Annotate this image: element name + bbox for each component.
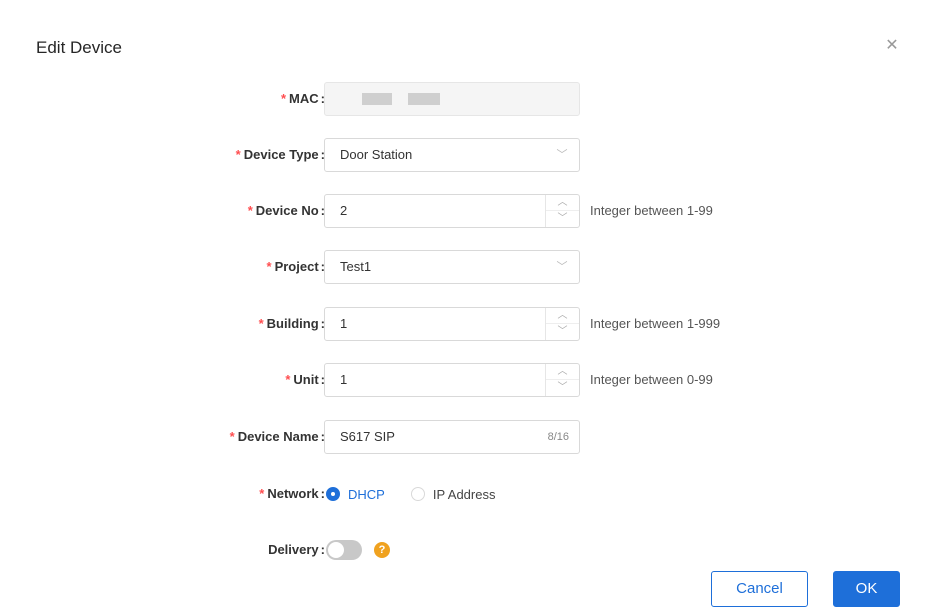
device-type-row: * Device Type: Door Station ﹀: [10, 138, 915, 172]
dialog-title: Edit Device: [36, 38, 122, 57]
mac-label: * MAC:: [280, 91, 325, 106]
radio-checked-icon: [326, 487, 340, 501]
network-label: * Network:: [259, 486, 325, 501]
mac-row: * MAC:: [10, 82, 915, 116]
device-no-hint: Integer between 1-99: [590, 203, 713, 218]
device-name-input[interactable]: S617 SIP 8/16: [324, 420, 580, 454]
building-stepper: ︿ ﹀: [545, 308, 579, 340]
network-radio-group: DHCP IP Address: [326, 477, 521, 511]
device-type-select[interactable]: Door Station ﹀: [324, 138, 580, 172]
device-type-label: * Device Type:: [235, 147, 325, 162]
cancel-button[interactable]: Cancel: [711, 571, 808, 607]
device-no-row: * Device No: 2 ︿ ﹀ Integer between 1-99: [10, 194, 915, 228]
mac-field: [324, 82, 580, 116]
unit-hint: Integer between 0-99: [590, 372, 713, 387]
edit-device-dialog: Edit Device ✕ * MAC: * Device Type: Door S…: [10, 10, 915, 615]
chevron-down-icon[interactable]: ﹀: [546, 380, 579, 396]
device-no-label: * Device No:: [247, 203, 325, 218]
chevron-up-icon[interactable]: ︿: [546, 364, 579, 380]
project-row: * Project: Test1 ﹀: [10, 250, 915, 284]
chevron-down-icon: ﹀: [556, 261, 568, 273]
mac-redacted-block: [362, 93, 392, 105]
device-no-stepper: ︿ ﹀: [545, 195, 579, 227]
close-icon[interactable]: ✕: [882, 36, 902, 56]
unit-input[interactable]: 1 ︿ ﹀: [324, 363, 580, 397]
unit-stepper: ︿ ﹀: [545, 364, 579, 396]
delivery-label: Delivery:: [268, 542, 325, 557]
network-row: * Network: DHCP IP Address: [10, 477, 915, 511]
project-select[interactable]: Test1 ﹀: [324, 250, 580, 284]
building-hint: Integer between 1-999: [590, 316, 721, 331]
device-name-row: * Device Name: S617 SIP 8/16: [10, 420, 915, 454]
radio-unchecked-icon: [410, 487, 425, 501]
device-no-input[interactable]: 2 ︿ ﹀: [324, 194, 580, 228]
chevron-down-icon[interactable]: ﹀: [546, 324, 579, 340]
project-label: * Project:: [266, 259, 325, 274]
unit-label: * Unit:: [285, 372, 325, 387]
building-row: * Building: 1 ︿ ﹀ Integer between 1-999: [10, 307, 915, 341]
unit-row: * Unit: 1 ︿ ﹀ Integer between 0-99: [10, 363, 915, 397]
radio-dhcp[interactable]: DHCP: [326, 487, 385, 502]
question-icon[interactable]: ?: [374, 542, 390, 558]
chevron-down-icon: ﹀: [556, 149, 568, 161]
building-input[interactable]: 1 ︿ ﹀: [324, 307, 580, 341]
chevron-down-icon[interactable]: ﹀: [546, 211, 579, 227]
mac-redacted-block: [408, 93, 440, 105]
char-counter: 8/16: [547, 431, 569, 443]
chevron-up-icon[interactable]: ︿: [546, 195, 579, 211]
radio-ip-address[interactable]: IP Address: [410, 487, 495, 502]
delivery-row: Delivery: ?: [10, 533, 915, 567]
ok-button[interactable]: OK: [833, 571, 900, 607]
delivery-toggle[interactable]: [326, 540, 362, 560]
building-label: * Building:: [258, 316, 325, 331]
device-name-label: * Device Name:: [229, 429, 325, 444]
chevron-up-icon[interactable]: ︿: [546, 308, 579, 324]
